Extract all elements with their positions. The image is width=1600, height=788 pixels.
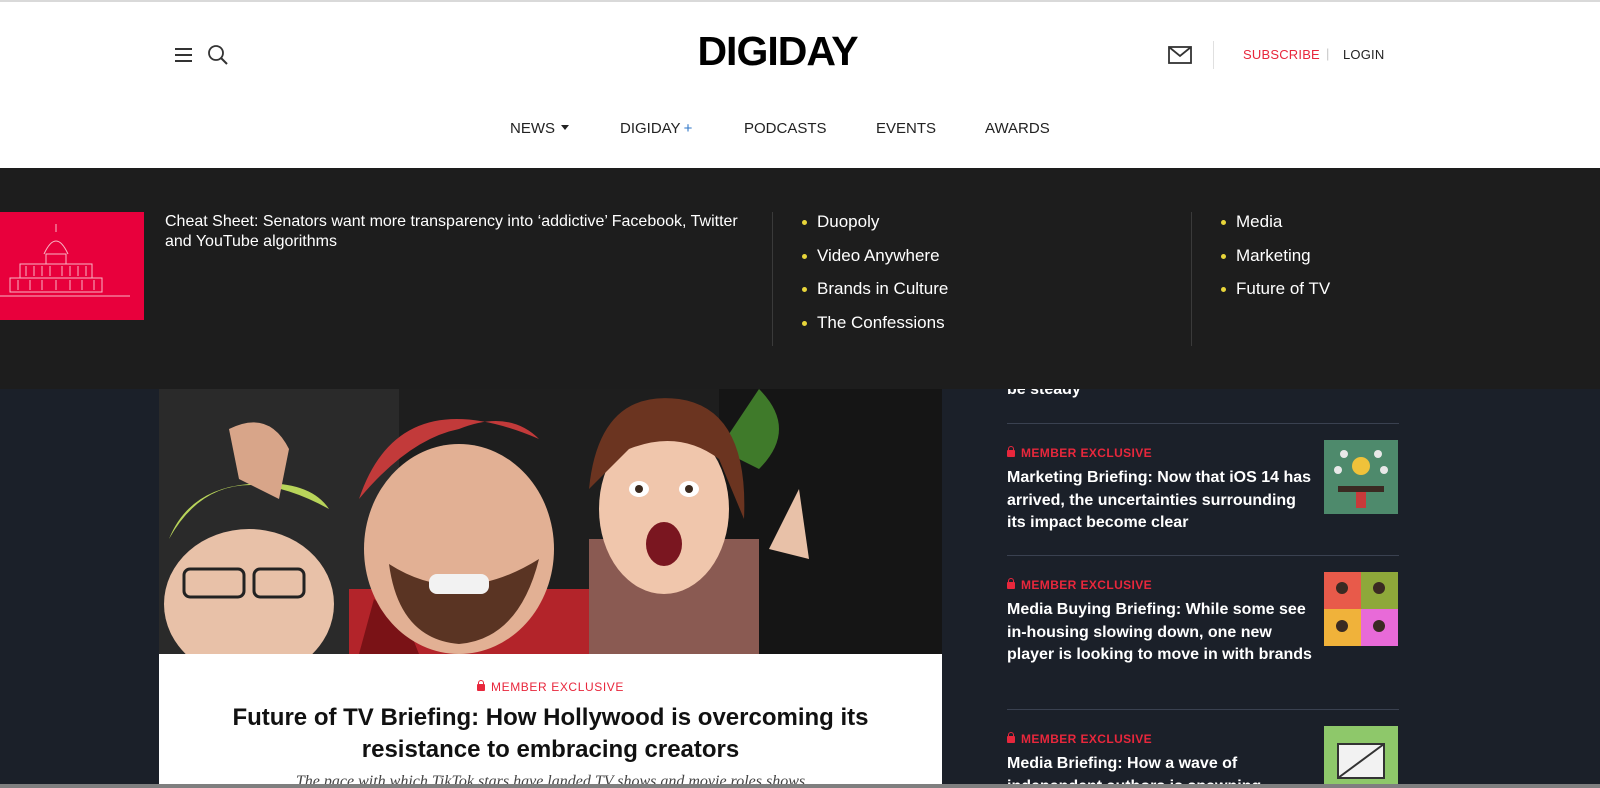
login-link[interactable]: LOGIN [1343, 47, 1384, 62]
badge-label: MEMBER EXCLUSIVE [1021, 732, 1153, 746]
side-divider [1007, 423, 1399, 424]
nav-events[interactable]: EVENTS [876, 120, 936, 137]
lock-icon [1007, 578, 1015, 589]
side-divider [1007, 555, 1399, 556]
plus-icon: + [683, 120, 693, 137]
nav-podcasts[interactable]: PODCASTS [744, 120, 827, 137]
featured-article-link[interactable]: Cheat Sheet: Senators want more transpar… [165, 212, 745, 252]
horizontal-scrollbar[interactable] [0, 784, 1600, 788]
topic-link[interactable]: Duopoly [800, 212, 948, 232]
nav-digiday-label: DIGIDAY [620, 120, 681, 137]
nav-news-label: NEWS [510, 120, 555, 137]
side-story-title[interactable]: Marketing Briefing: Now that iOS 14 has … [1007, 467, 1317, 535]
menu-icon[interactable] [175, 47, 192, 62]
menu-column-divider [772, 212, 773, 346]
subscribe-link[interactable]: SUBSCRIBE [1243, 47, 1320, 62]
search-icon[interactable] [206, 43, 230, 67]
topic-link[interactable]: Future of TV [1219, 279, 1330, 299]
side-story-thumbnail[interactable] [1324, 440, 1398, 514]
hero-photo [159, 389, 942, 654]
lock-icon [1007, 446, 1015, 457]
header-divider [1213, 41, 1214, 69]
main-story-card: MEMBER EXCLUSIVE Future of TV Briefing: … [159, 654, 942, 788]
topic-link[interactable]: Brands in Culture [800, 279, 948, 299]
capitol-building-icon[interactable] [0, 212, 144, 320]
lock-icon [477, 680, 486, 691]
side-divider [1007, 709, 1399, 710]
badge-label: MEMBER EXCLUSIVE [491, 680, 624, 694]
badge-label: MEMBER EXCLUSIVE [1021, 578, 1153, 592]
topic-link[interactable]: The Confessions [800, 313, 948, 333]
side-story-item: MEMBER EXCLUSIVE Marketing Briefing: Now… [1007, 440, 1399, 535]
nav-awards[interactable]: AWARDS [985, 120, 1050, 137]
side-story-title[interactable]: Media Buying Briefing: While some see in… [1007, 599, 1317, 667]
side-story-thumbnail[interactable] [1324, 572, 1398, 646]
badge-label: MEMBER EXCLUSIVE [1021, 446, 1153, 460]
main-story-title[interactable]: Future of TV Briefing: How Hollywood is … [189, 702, 912, 766]
hero-image[interactable] [159, 389, 942, 654]
nav-digiday-plus[interactable]: DIGIDAY + [620, 120, 692, 137]
side-story-item: MEMBER EXCLUSIVE Media Briefing: How a w… [1007, 726, 1399, 788]
member-exclusive-badge: MEMBER EXCLUSIVE [159, 680, 942, 694]
topic-link[interactable]: Marketing [1219, 246, 1330, 266]
caret-down-icon [561, 125, 569, 130]
header-separator: | [1326, 46, 1330, 61]
topics-column-2: Media Marketing Future of TV [1219, 212, 1330, 313]
side-story-title[interactable]: Media Briefing: How a wave of independen… [1007, 753, 1317, 788]
lock-icon [1007, 732, 1015, 743]
news-dropdown-menu: Cheat Sheet: Senators want more transpar… [0, 168, 1600, 389]
site-logo[interactable]: DIGIDAY [670, 26, 885, 76]
side-story-thumbnail[interactable] [1324, 726, 1398, 788]
nav-news[interactable]: NEWS [510, 120, 569, 137]
newsletter-mail-icon[interactable] [1168, 46, 1192, 64]
topic-link[interactable]: Video Anywhere [800, 246, 948, 266]
topics-column-1: Duopoly Video Anywhere Brands in Culture… [800, 212, 948, 346]
menu-column-divider [1191, 212, 1192, 346]
site-header: DIGIDAY SUBSCRIBE | LOGIN NEWS DIGIDAY + … [0, 0, 1600, 168]
side-story-item: MEMBER EXCLUSIVE Media Buying Briefing: … [1007, 572, 1399, 667]
topic-link[interactable]: Media [1219, 212, 1330, 232]
